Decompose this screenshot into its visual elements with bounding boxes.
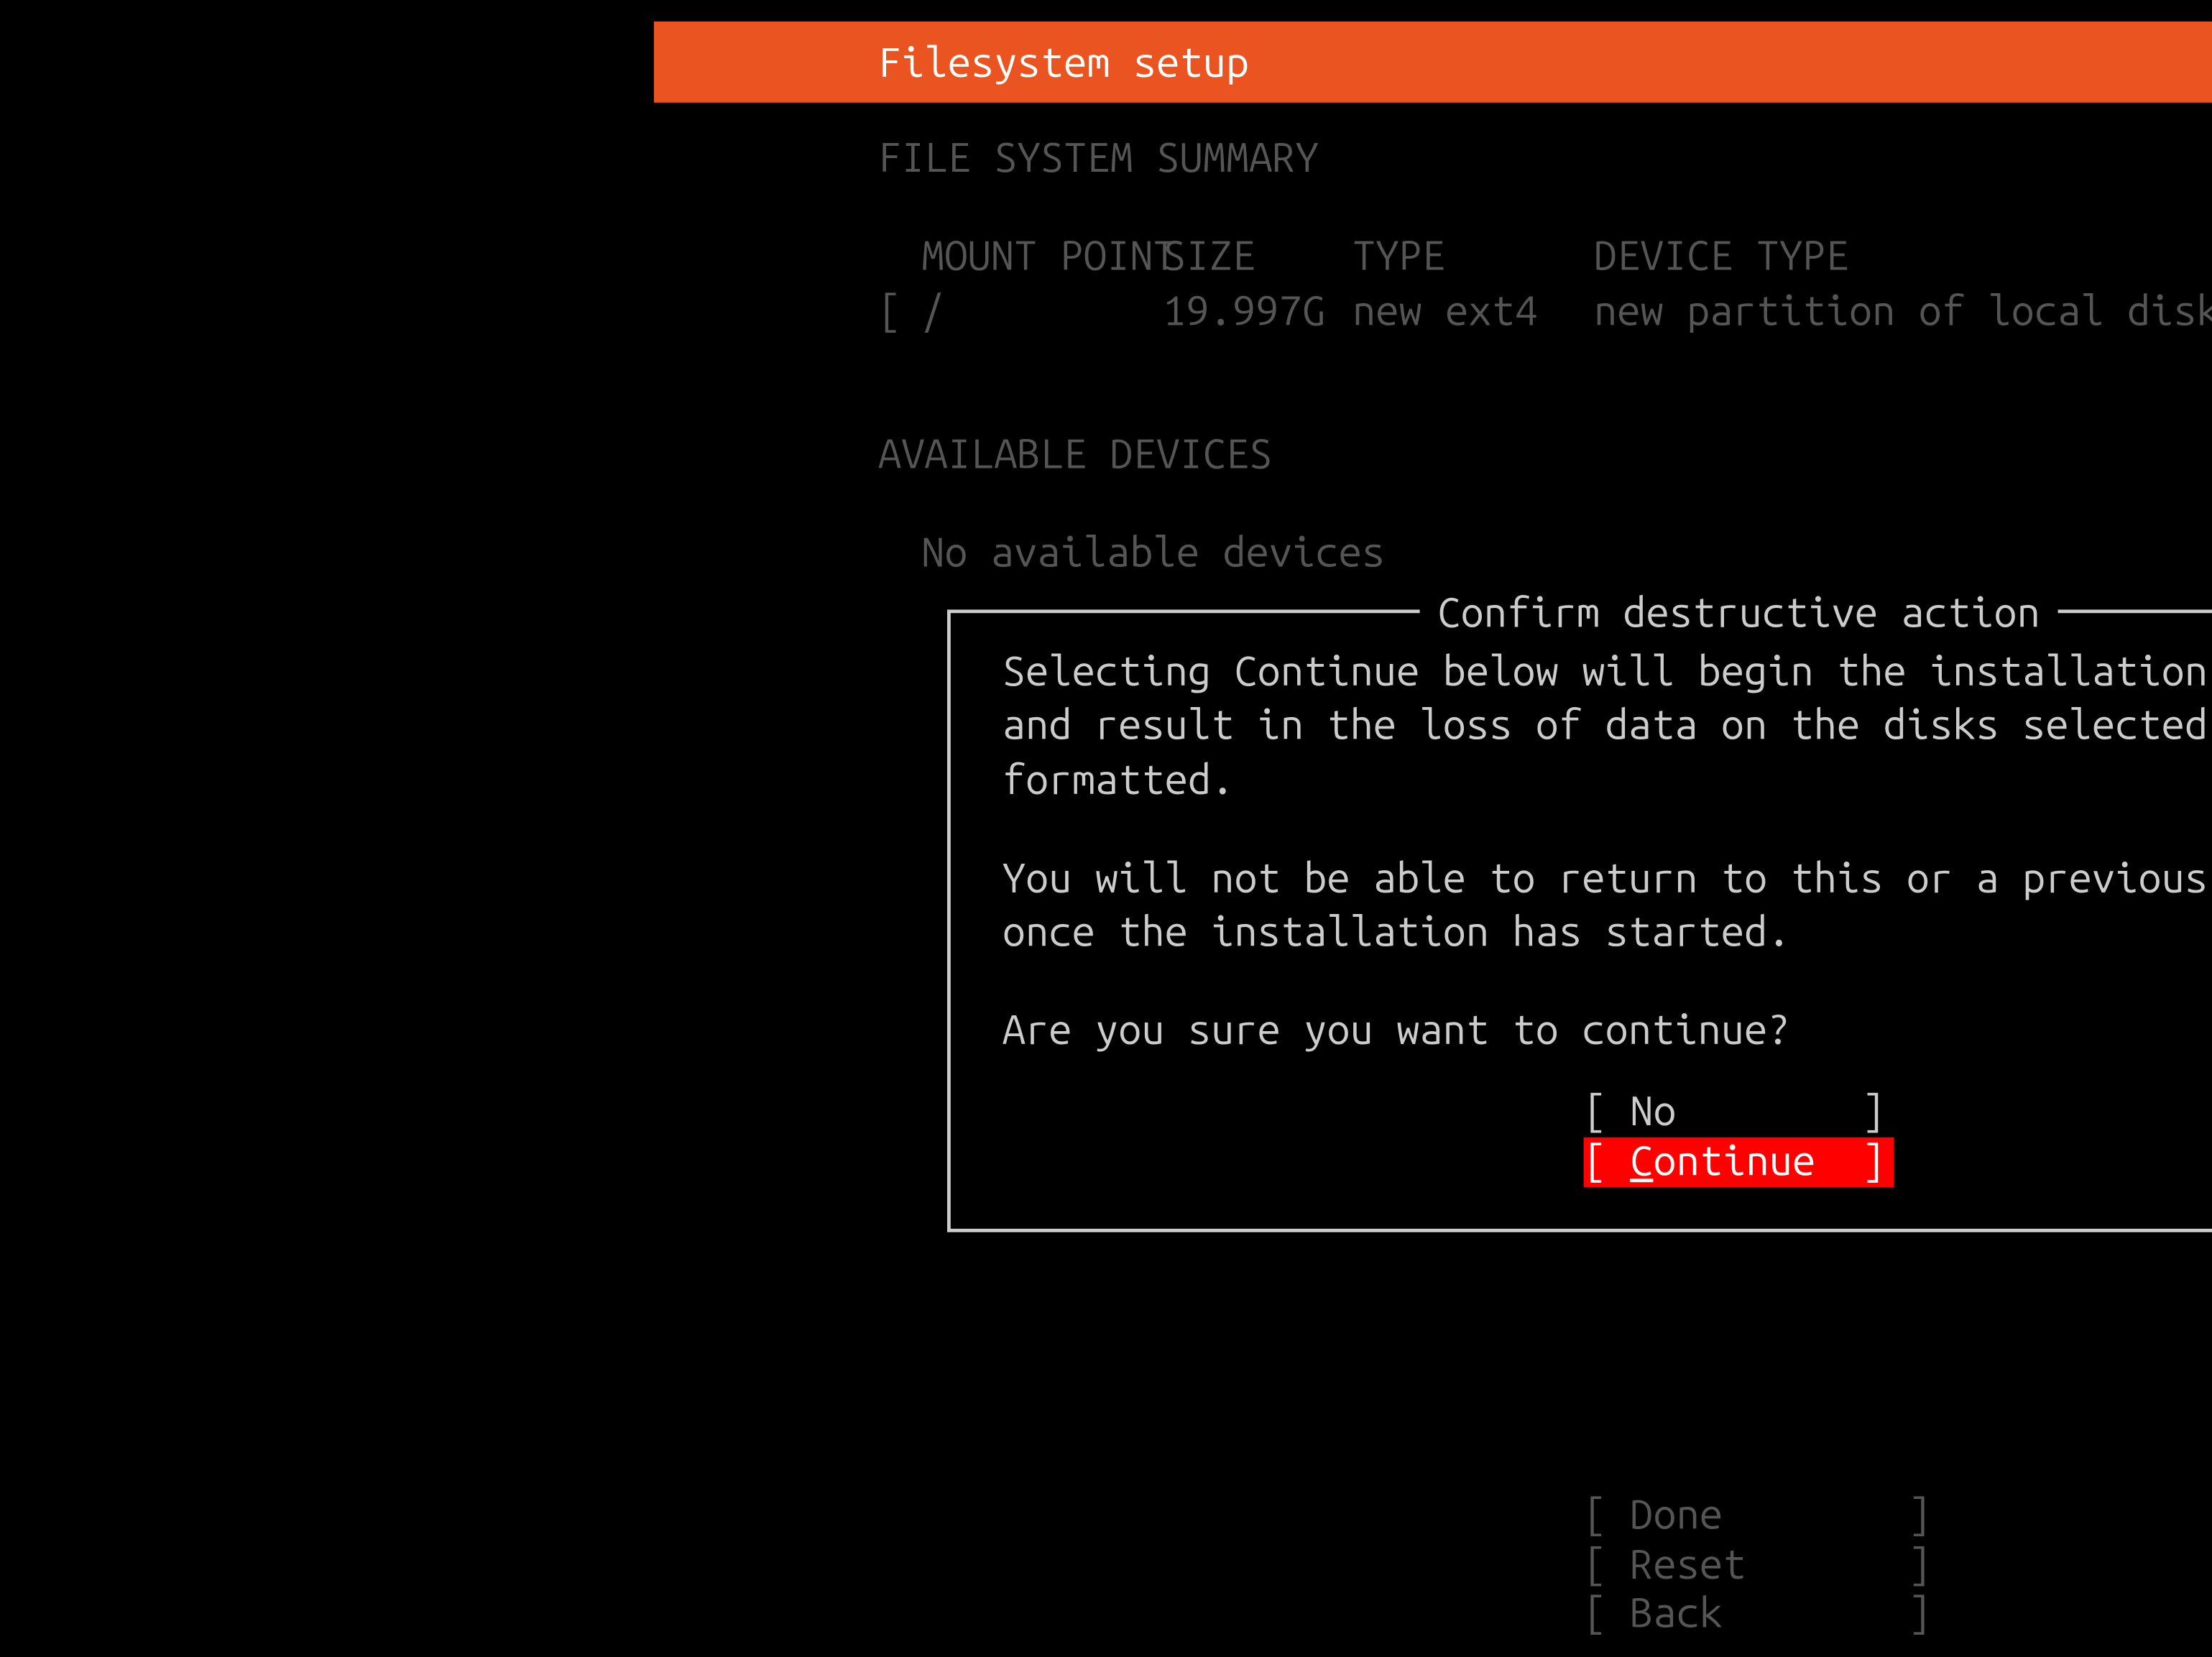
row-size: 19.997G [1163,283,1352,337]
row-mount: / [921,283,1163,337]
row-bracket-open: [ [878,283,921,337]
available-devices-heading: AVAILABLE DEVICES [878,426,2212,480]
page-title: Filesystem setup [654,35,1249,89]
dialog-title: Confirm destructive action [1420,589,2057,636]
continue-button[interactable]: [ Continue ] [1584,1137,1894,1187]
header-bar: Filesystem setup [ Help ] [654,22,2212,103]
no-available-devices: No available devices [878,525,2212,579]
col-mount-header: MOUNT POINT [878,229,1163,283]
dialog-paragraph-3: Are you sure you want to continue? [1003,1003,2212,1057]
fs-summary-row[interactable]: [ / 19.997G new ext4 new partition of lo… [878,283,2212,337]
reset-button[interactable]: [ Reset ] [1584,1541,1894,1590]
dialog-paragraph-2: You will not be able to return to this o… [1003,851,2212,959]
fs-summary-columns: MOUNT POINT SIZE TYPE DEVICE TYPE [878,229,2212,283]
col-size-header: SIZE [1163,229,1352,283]
done-button[interactable]: [ Done ] [1584,1490,1894,1540]
col-device-header: DEVICE TYPE [1594,229,2212,283]
back-button[interactable]: [ Back ] [1584,1590,1894,1640]
row-type: new ext4 [1352,283,1594,337]
dialog-paragraph-1: Selecting Continue below will begin the … [1003,645,2212,806]
fs-summary-heading: FILE SYSTEM SUMMARY [878,131,2212,185]
col-type-header: TYPE [1352,229,1594,283]
row-device: new partition of local disk [1594,283,2212,337]
no-button[interactable]: [ No ] [1584,1088,1894,1137]
confirm-dialog: Confirm destructive action Selecting Con… [947,610,2212,1232]
